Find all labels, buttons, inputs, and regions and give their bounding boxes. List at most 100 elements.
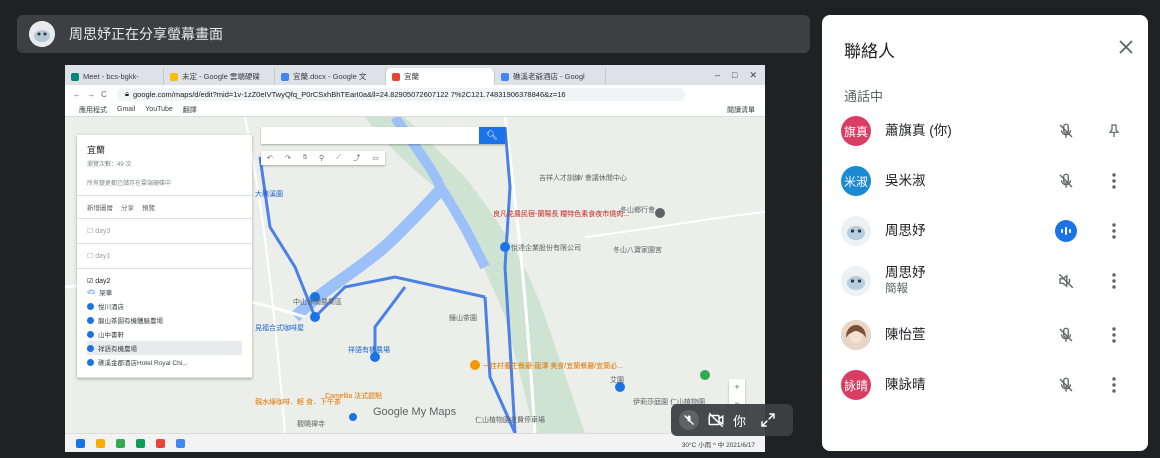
avatar [841, 320, 871, 350]
meet-window: 周思妤正在分享螢幕畫面 Meet - bcs-bgkk- 未定 - Google… [0, 0, 1160, 458]
map-label: 中山休閒農業區 [293, 299, 342, 306]
minimize-icon[interactable]: – [715, 70, 720, 81]
line-app-icon[interactable] [136, 439, 145, 448]
map-canvas[interactable]: 宜蘭 瀏覽次數：49 次 所有變更都已儲存在雲端硬碟中 新增圖層 分享 預覽 ☐… [65, 117, 765, 433]
place-label: 祥語有機農場 [98, 346, 137, 353]
zoom-in-icon[interactable]: + [734, 382, 739, 392]
layer-day3[interactable]: ☐ day3 [77, 219, 252, 244]
checkbox-icon[interactable]: ☐ [87, 228, 95, 235]
expand-icon[interactable] [760, 412, 776, 428]
shared-screen[interactable]: Meet - bcs-bgkk- 未定 - Google 雲端硬碟 宜蘭.doc… [65, 65, 765, 452]
list-item[interactable]: 山中書軒 [87, 327, 242, 341]
mymaps-favicon-icon [392, 72, 400, 81]
map-label: 良凡花農民宿-蘭陽長 糧特色素食夜市燒肉... [493, 211, 630, 218]
mic-off-indicator[interactable] [1054, 119, 1078, 143]
more-options-button[interactable] [1102, 169, 1126, 193]
chrome-icon[interactable] [156, 439, 165, 448]
marker-d-icon [87, 344, 94, 352]
more-options-button[interactable] [1102, 373, 1126, 397]
checkbox-icon[interactable]: ☐ [87, 253, 95, 260]
draw-line-icon[interactable]: ⟋ [336, 154, 341, 162]
participant-row[interactable]: 詠晴 陳詠晴 [822, 362, 1148, 408]
bookmark-apps[interactable]: 應用程式 [79, 105, 107, 115]
participant-row[interactable]: 陳怡萱 [822, 312, 1148, 358]
mic-off-indicator[interactable] [1054, 323, 1078, 347]
undo-icon[interactable]: ↶ [267, 154, 273, 162]
more-icon [1112, 173, 1116, 189]
taskbar-tray: 30°C 小雨 ^ 中 2021/6/17 [681, 441, 755, 449]
share-map-button[interactable]: 分享 [121, 202, 134, 212]
participant-row[interactable]: 周思妤 [822, 208, 1148, 254]
browser-tab-meet[interactable]: Meet - bcs-bgkk- [65, 68, 164, 85]
maximize-icon[interactable]: □ [732, 70, 737, 81]
self-mic-off-button[interactable] [679, 410, 699, 430]
bookmark-reading-list[interactable]: 閱讀清單 [727, 105, 765, 115]
pin-button[interactable] [1102, 119, 1126, 143]
browser-tab-mymaps[interactable]: 宜蘭 [386, 68, 495, 85]
list-item[interactable]: 礁溪金郡酒店Hotel Royal Chi... [87, 355, 242, 369]
forward-icon[interactable]: → [87, 90, 95, 99]
close-panel-button[interactable] [1114, 35, 1138, 59]
self-view-controls: 你 [671, 404, 793, 436]
layer-day1[interactable]: ☐ day1 [77, 244, 252, 269]
participant-row[interactable]: 周思妤 簡報 [822, 258, 1148, 304]
map-label: 仁山植物園收費停車場 [475, 417, 545, 424]
mic-off-icon [684, 415, 694, 425]
bookmark-translate[interactable]: 翻譯 [183, 105, 197, 115]
panel-title: 聯絡人 [844, 42, 895, 61]
pin-icon [1108, 124, 1120, 137]
chrome-alt-icon[interactable] [176, 439, 185, 448]
map-search-input[interactable]: 🔍︎ [261, 127, 505, 144]
list-item[interactable]: 龍山茶園有機體驗農場 [87, 313, 242, 327]
app-icon[interactable] [116, 439, 125, 448]
more-icon [1112, 327, 1116, 343]
participant-row[interactable]: 旗真 蕭旗真 (你) [822, 108, 1148, 154]
address-bar[interactable]: 🔒︎ google.com/maps/d/edit?mid=1v-1zZ0eIVT… [117, 87, 685, 101]
bookmark-gmail[interactable]: Gmail [117, 106, 135, 113]
mic-off-indicator[interactable] [1054, 169, 1078, 193]
car-icon: 🚗︎ [87, 289, 96, 296]
preview-map-button[interactable]: 預覽 [142, 202, 155, 212]
camera-off-icon[interactable] [707, 411, 725, 429]
hand-icon[interactable]: ✋︎ [303, 154, 307, 162]
list-item[interactable]: 悅川酒店 [87, 299, 242, 313]
window-controls: – □ ✕ [715, 70, 765, 81]
layer-day2[interactable]: ☑ day2 🚗︎ 架車 悅川酒店 龍山茶園有機體驗農場 山中書軒 祥語有機農場 … [77, 269, 252, 378]
ruler-icon[interactable]: ▭ [372, 154, 379, 162]
windows-start-icon[interactable] [76, 439, 85, 448]
participant-name: 蕭旗真 (你) [885, 123, 952, 138]
browser-tab-search[interactable]: 礁溪老爺酒店 - Googl [495, 68, 606, 85]
add-layer-button[interactable]: 新增圖層 [87, 202, 113, 212]
map-label: 冬山鄉行會 [620, 207, 655, 214]
bookmark-youtube[interactable]: YouTube [145, 106, 173, 113]
file-explorer-icon[interactable] [96, 439, 105, 448]
participant-name: 吳米淑 [885, 173, 926, 188]
more-options-button[interactable] [1102, 219, 1126, 243]
presentation-audio-off-indicator[interactable] [1054, 269, 1078, 293]
map-label: 鐘山茶園 [449, 315, 477, 322]
more-options-button[interactable] [1102, 323, 1126, 347]
more-icon [1112, 223, 1116, 239]
map-title[interactable]: 宜蘭 [87, 143, 242, 156]
back-icon[interactable]: ← [73, 90, 81, 99]
marker-tool-icon[interactable]: ⚲ [319, 154, 324, 162]
redo-icon[interactable]: ↷ [285, 154, 291, 162]
participant-row[interactable]: 米淑 吳米淑 [822, 158, 1148, 204]
browser-tab-docs[interactable]: 宜蘭.docx - Google 文 [275, 68, 386, 85]
browser-tab-drive[interactable]: 未定 - Google 雲端硬碟 [164, 68, 275, 85]
more-options-button[interactable] [1102, 269, 1126, 293]
reload-icon[interactable]: C [101, 90, 107, 99]
layer-base-map[interactable]: 🚗︎ 架車 [87, 285, 242, 299]
close-window-icon[interactable]: ✕ [749, 70, 757, 81]
mic-off-icon [1059, 123, 1073, 138]
map-label: 冬山八寶家園宮 [613, 247, 662, 254]
checkbox-checked-icon[interactable]: ☑ [87, 278, 95, 285]
place-label: 龍山茶園有機體驗農場 [98, 318, 163, 325]
avatar [841, 216, 871, 246]
mic-off-indicator[interactable] [1054, 373, 1078, 397]
presenter-status-text: 周思妤正在分享螢幕畫面 [69, 26, 223, 42]
directions-icon[interactable]: ⤴ [353, 153, 360, 163]
presenter-avatar [29, 21, 55, 47]
list-item[interactable]: 祥語有機農場 [87, 341, 242, 355]
search-icon[interactable]: 🔍︎ [479, 127, 505, 144]
